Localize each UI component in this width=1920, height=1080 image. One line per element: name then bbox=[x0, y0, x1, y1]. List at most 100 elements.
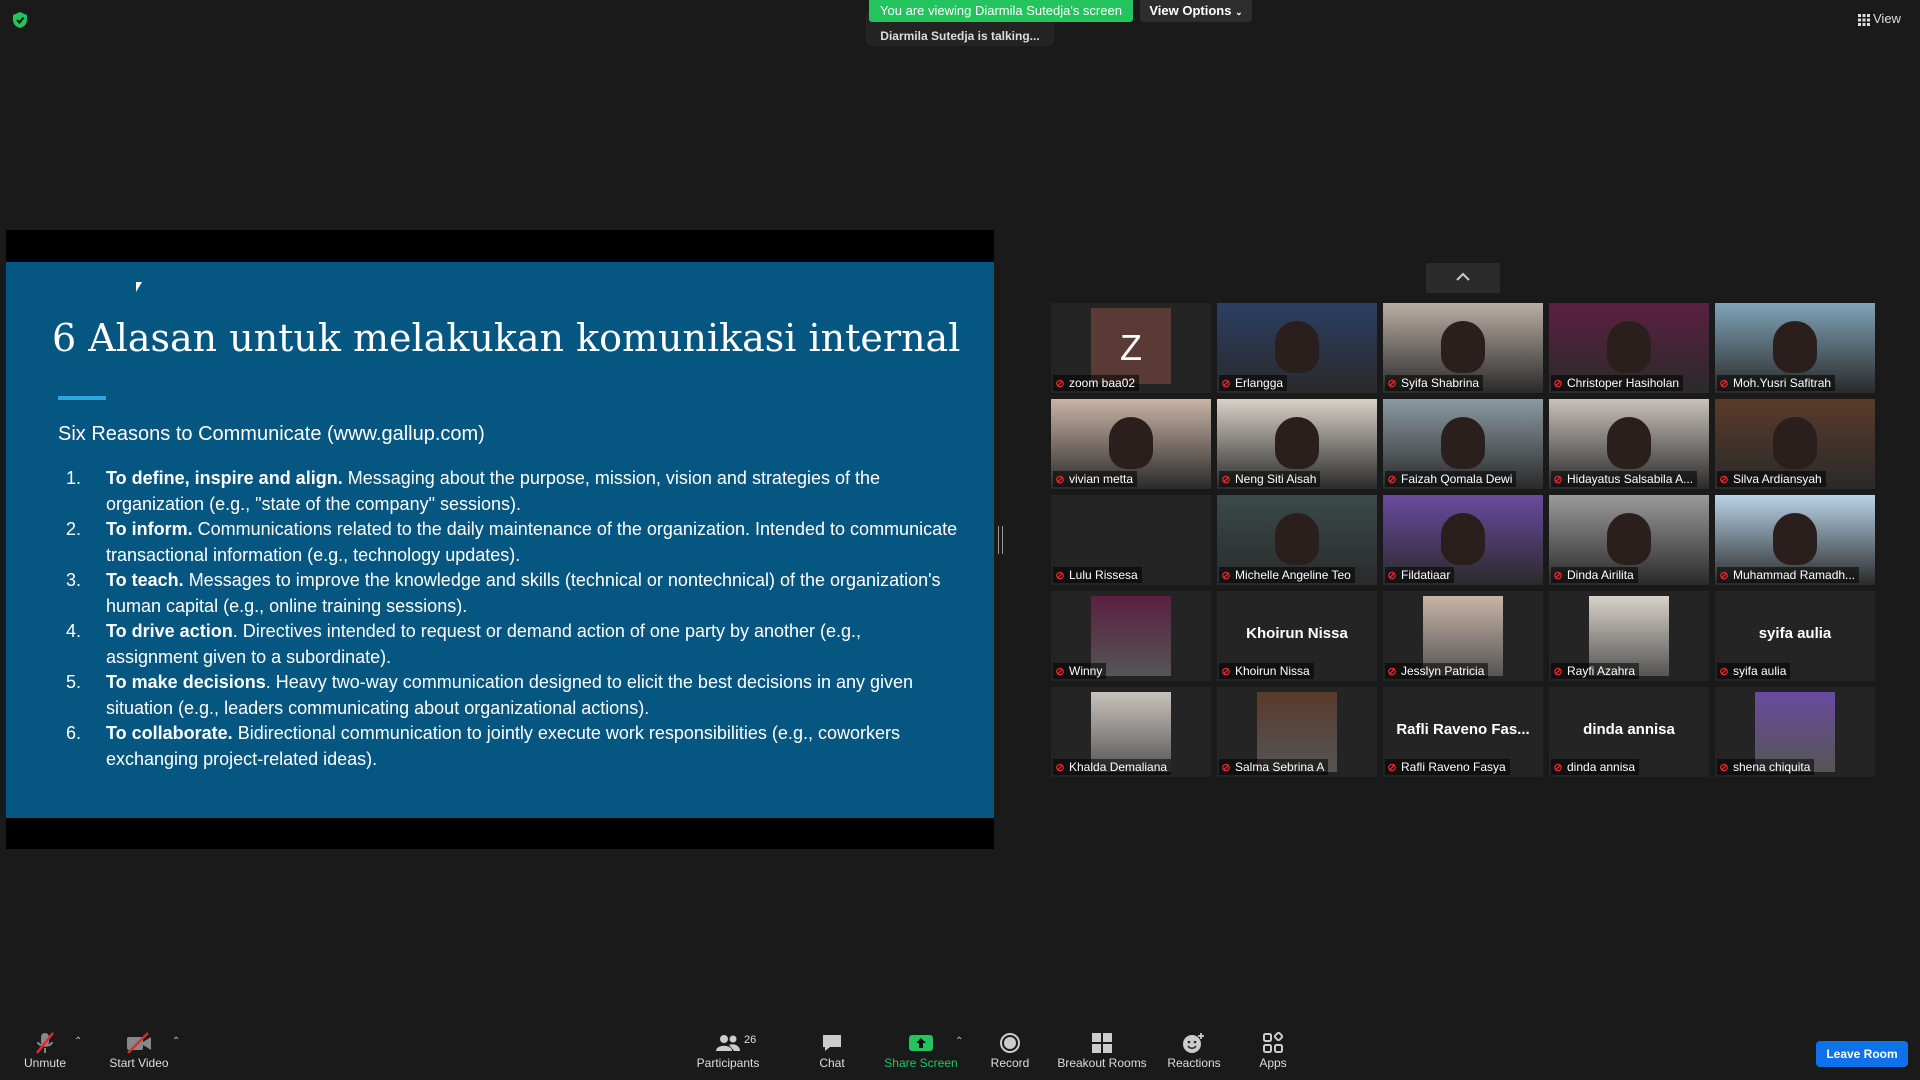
participant-tile[interactable]: Khoirun Nissa ⊘ Khoirun Nissa bbox=[1217, 591, 1377, 681]
leave-room-button[interactable]: Leave Room bbox=[1816, 1041, 1908, 1067]
muted-mic-icon: ⊘ bbox=[1055, 762, 1065, 774]
participant-tile[interactable]: ⊘ Moh.Yusri Safitrah bbox=[1715, 303, 1875, 393]
participant-name: Khalda Demaliana bbox=[1069, 760, 1168, 774]
participant-silhouette bbox=[1607, 417, 1651, 469]
participant-tile[interactable]: ⊘ vivian metta bbox=[1051, 399, 1211, 489]
collapse-gallery-button[interactable] bbox=[1426, 263, 1500, 293]
participants-count: 26 bbox=[744, 1034, 757, 1046]
participant-tile[interactable]: syifa aulia ⊘ syifa aulia bbox=[1715, 591, 1875, 681]
participant-tile[interactable]: Rafli Raveno Fas... ⊘ Rafli Raveno Fasya bbox=[1383, 687, 1543, 777]
muted-mic-icon: ⊘ bbox=[1553, 666, 1563, 678]
participant-tile[interactable]: ⊘ Christoper Hasiholan bbox=[1549, 303, 1709, 393]
participant-tile[interactable]: dinda annisa ⊘ dinda annisa bbox=[1549, 687, 1709, 777]
muted-mic-icon: ⊘ bbox=[1553, 378, 1563, 390]
participant-silhouette bbox=[1109, 417, 1153, 469]
participant-tile[interactable]: ⊘ Muhammad Ramadh... bbox=[1715, 495, 1875, 585]
participant-name-label: ⊘ Winny bbox=[1053, 663, 1107, 679]
participant-tile[interactable]: ⊘ Salma Sebrina A bbox=[1217, 687, 1377, 777]
participant-name-label: ⊘ Jesslyn Patricia bbox=[1385, 663, 1489, 679]
participant-name-label: ⊘ Lulu Rissesa bbox=[1053, 567, 1142, 583]
participant-name-label: ⊘ Salma Sebrina A bbox=[1219, 759, 1329, 775]
participant-name: Rayfi Azahra bbox=[1567, 664, 1636, 678]
reason-number: 3. bbox=[66, 570, 82, 590]
view-label: View bbox=[1873, 11, 1901, 26]
participant-tile[interactable]: ⊘ Syifa Shabrina bbox=[1383, 303, 1543, 393]
participant-tile[interactable]: Z ⊘ zoom baa02 bbox=[1051, 303, 1211, 393]
share-options-caret-icon[interactable]: ⌃ bbox=[955, 1036, 963, 1047]
participant-name-label: ⊘ zoom baa02 bbox=[1053, 375, 1140, 391]
resize-splitter[interactable] bbox=[998, 526, 1003, 554]
participant-silhouette bbox=[1607, 513, 1651, 565]
record-label: Record bbox=[990, 1056, 1030, 1070]
participant-name: Khoirun Nissa bbox=[1235, 664, 1310, 678]
chat-label: Chat bbox=[819, 1056, 845, 1070]
muted-mic-icon: ⊘ bbox=[1719, 474, 1729, 486]
title-accent-line bbox=[58, 396, 106, 400]
reason-item: 1. To define, inspire and align. Messagin… bbox=[58, 466, 958, 517]
muted-mic-icon: ⊘ bbox=[1221, 474, 1231, 486]
participant-tile[interactable]: ⊘ Hidayatus Salsabila A... bbox=[1549, 399, 1709, 489]
muted-mic-icon: ⊘ bbox=[1719, 570, 1729, 582]
reasons-list: 1. To define, inspire and align. Messagin… bbox=[58, 466, 958, 772]
apps-button[interactable]: Apps bbox=[1250, 1030, 1296, 1070]
participant-tile[interactable]: ⊘ Dinda Airilita bbox=[1549, 495, 1709, 585]
participant-tile[interactable]: ⊘ Silva Ardiansyah bbox=[1715, 399, 1875, 489]
participant-silhouette bbox=[1275, 417, 1319, 469]
participant-name-label: ⊘ Khoirun Nissa bbox=[1219, 663, 1314, 679]
reason-number: 6. bbox=[66, 723, 82, 743]
participant-name-label: ⊘ shena chiquita bbox=[1717, 759, 1815, 775]
participant-name: Rafli Raveno Fasya bbox=[1401, 760, 1506, 774]
participant-tile[interactable]: ⊘ Faizah Qomala Dewi bbox=[1383, 399, 1543, 489]
reactions-button[interactable]: Reactions bbox=[1162, 1030, 1226, 1070]
participant-tile[interactable]: ⊘ Fildatiaar bbox=[1383, 495, 1543, 585]
chat-icon bbox=[823, 1035, 841, 1051]
share-screen-label: Share Screen bbox=[884, 1056, 958, 1070]
muted-mic-icon bbox=[36, 1032, 54, 1054]
participant-tile[interactable]: ⊘ Rayfi Azahra bbox=[1549, 591, 1709, 681]
participant-silhouette bbox=[1607, 321, 1651, 373]
participant-tile[interactable]: ⊘ Lulu Rissesa bbox=[1051, 495, 1211, 585]
reactions-label: Reactions bbox=[1167, 1056, 1221, 1070]
participant-tile[interactable]: ⊘ Erlangga bbox=[1217, 303, 1377, 393]
breakout-rooms-button[interactable]: Breakout Rooms bbox=[1054, 1030, 1150, 1070]
slide-title: 6 Alasan untuk melakukan komunikasi inte… bbox=[52, 316, 961, 360]
unmute-button[interactable]: Unmute bbox=[14, 1030, 76, 1070]
view-button[interactable]: View bbox=[1858, 8, 1910, 30]
participant-silhouette bbox=[1441, 417, 1485, 469]
participant-display-name: Khoirun Nissa bbox=[1246, 625, 1348, 642]
participant-tile[interactable]: ⊘ Winny bbox=[1051, 591, 1211, 681]
reason-item: 6. To collaborate. Bidirectional communic… bbox=[58, 721, 958, 772]
viewing-screen-banner: You are viewing Diarmila Sutedja's scree… bbox=[869, 0, 1133, 22]
video-options-caret-icon[interactable]: ⌃ bbox=[172, 1036, 180, 1047]
participant-tile[interactable]: ⊘ Neng Siti Aisah bbox=[1217, 399, 1377, 489]
participant-tile[interactable]: ⊘ Jesslyn Patricia bbox=[1383, 591, 1543, 681]
participant-name: shena chiquita bbox=[1733, 760, 1811, 774]
participant-tile[interactable]: ⊘ shena chiquita bbox=[1715, 687, 1875, 777]
reason-item: 5. To make decisions. Heavy two-way commu… bbox=[58, 670, 958, 721]
participant-name-label: ⊘ Rayfi Azahra bbox=[1551, 663, 1640, 679]
muted-mic-icon: ⊘ bbox=[1221, 570, 1231, 582]
talking-text: Diarmila Sutedja is talking... bbox=[880, 29, 1040, 43]
muted-mic-icon: ⊘ bbox=[1387, 474, 1397, 486]
video-off-icon bbox=[127, 1032, 151, 1054]
security-shield-icon[interactable] bbox=[10, 10, 30, 30]
chat-button[interactable]: Chat bbox=[806, 1030, 858, 1070]
participant-name-label: ⊘ Erlangga bbox=[1219, 375, 1288, 391]
record-button[interactable]: Record bbox=[980, 1030, 1040, 1070]
participant-name: Faizah Qomala Dewi bbox=[1401, 472, 1513, 486]
share-screen-button[interactable]: Share Screen bbox=[880, 1030, 962, 1070]
audio-options-caret-icon[interactable]: ⌃ bbox=[74, 1036, 82, 1047]
participant-name: Silva Ardiansyah bbox=[1733, 472, 1822, 486]
start-video-button[interactable]: Start Video bbox=[102, 1030, 176, 1070]
participant-name-label: ⊘ Neng Siti Aisah bbox=[1219, 471, 1321, 487]
muted-mic-icon: ⊘ bbox=[1055, 378, 1065, 390]
participant-tile[interactable]: ⊘ Michelle Angeline Teo bbox=[1217, 495, 1377, 585]
reason-item: 2. To inform. Communications related to t… bbox=[58, 517, 958, 568]
participant-tile[interactable]: ⊘ Khalda Demaliana bbox=[1051, 687, 1211, 777]
chevron-up-icon bbox=[1456, 272, 1470, 281]
reason-heading: To drive action bbox=[106, 621, 233, 641]
participant-name-label: ⊘ Rafli Raveno Fasya bbox=[1385, 759, 1510, 775]
view-options-button[interactable]: View Options ⌄ bbox=[1140, 0, 1252, 22]
participant-name: zoom baa02 bbox=[1069, 376, 1136, 390]
muted-mic-icon: ⊘ bbox=[1055, 666, 1065, 678]
